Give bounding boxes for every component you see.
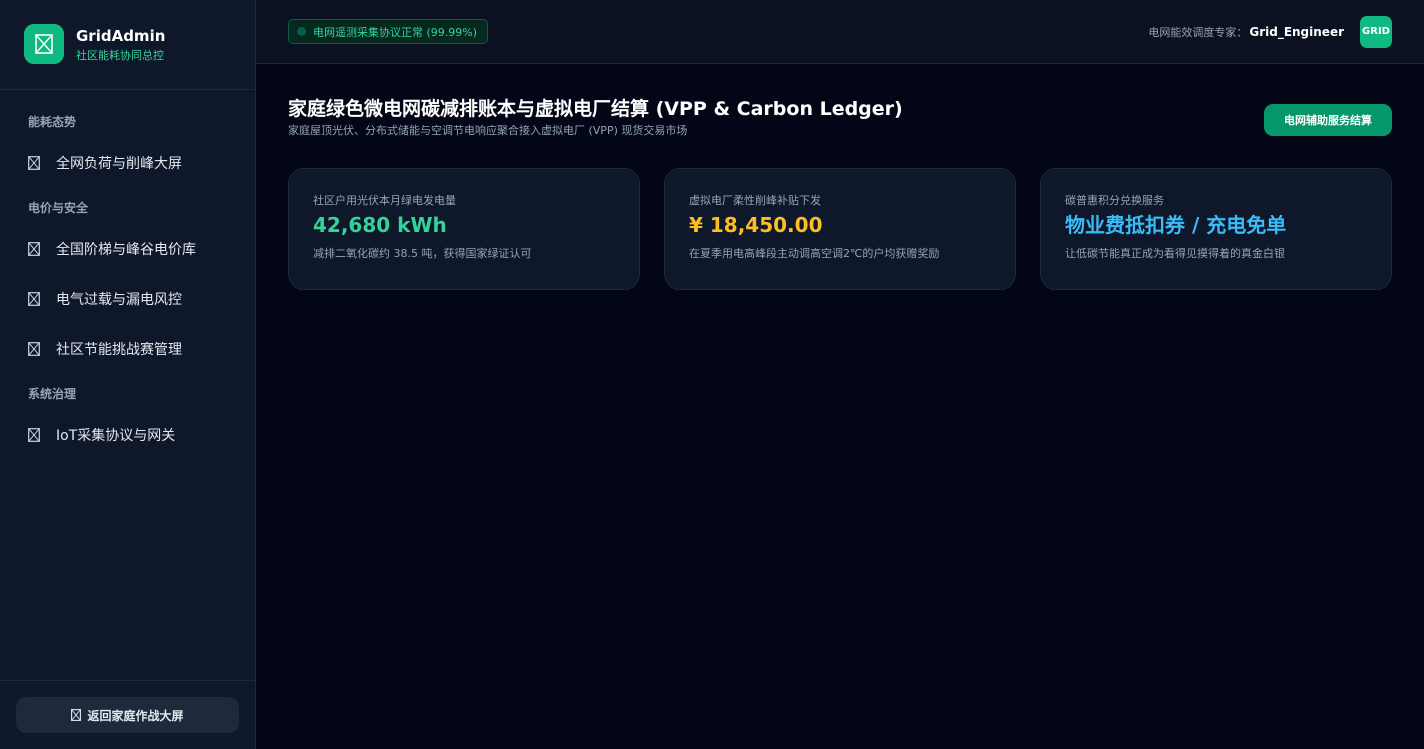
back-to-home-button[interactable]: 返回家庭作战大屏 (16, 697, 239, 733)
broken-image-icon (71, 709, 82, 721)
stat-card-vpp-subsidy: 虚拟电厂柔性削峰补贴下发 ¥ 18,450.00 在夏季用电高峰段主动调高空调2… (664, 168, 1016, 290)
sidebar-nav: 能耗态势 全网负荷与削峰大屏 电价与安全 全国阶梯与峰谷电价库 电气过载与漏电风… (0, 90, 255, 680)
card-value: ¥ 18,450.00 (689, 213, 823, 237)
brand: GridAdmin 社区能耗协同总控 (0, 0, 255, 90)
avatar[interactable]: GRID (1360, 15, 1392, 48)
sidebar-item-load-dashboard[interactable]: 全网负荷与削峰大屏 (12, 144, 243, 184)
page-title: 家庭绿色微电网碳减排账本与虚拟电厂结算 (VPP & Carbon Ledger… (288, 98, 903, 120)
card-label: 碳普惠积分兑换服务 (1065, 194, 1164, 207)
sidebar-item-label: 电气过载与漏电风控 (56, 292, 182, 308)
broken-image-icon (28, 428, 42, 444)
grid-settlement-button[interactable]: 电网辅助服务结算 (1264, 104, 1392, 136)
sidebar: GridAdmin 社区能耗协同总控 能耗态势 全网负荷与削峰大屏 电价与安全 … (0, 0, 256, 749)
card-note: 减排二氧化碳约 38.5 吨，获得国家绿证认可 (313, 247, 532, 260)
status-dot-icon (297, 27, 306, 36)
user-name: Grid_Engineer (1249, 24, 1344, 39)
sidebar-item-tariff-library[interactable]: 全国阶梯与峰谷电价库 (12, 230, 243, 270)
sidebar-item-label: 社区节能挑战赛管理 (56, 342, 182, 358)
card-value: 物业费抵扣券 / 充电免单 (1065, 213, 1287, 237)
card-value: 42,680 kWh (313, 213, 447, 237)
broken-image-icon (28, 156, 42, 172)
brand-subtitle: 社区能耗协同总控 (76, 49, 164, 62)
telemetry-status-badge: 电网遥测采集协议正常 (99.99%) (288, 19, 489, 44)
grid-icon (24, 24, 64, 64)
stat-card-solar: 社区户用光伏本月绿电发电量 42,680 kWh 减排二氧化碳约 38.5 吨，… (288, 168, 640, 290)
broken-image-icon (28, 292, 42, 308)
stat-cards: 社区户用光伏本月绿电发电量 42,680 kWh 减排二氧化碳约 38.5 吨，… (288, 168, 1392, 290)
sidebar-item-energy-challenge[interactable]: 社区节能挑战赛管理 (12, 330, 243, 370)
broken-image-icon (28, 342, 42, 358)
sidebar-item-label: 全网负荷与削峰大屏 (56, 156, 182, 172)
sidebar-footer: 返回家庭作战大屏 (0, 680, 255, 749)
page-subtitle: 家庭屋顶光伏、分布式储能与空调节电响应聚合接入虚拟电厂 (VPP) 现货交易市场 (288, 124, 688, 137)
brand-name: GridAdmin (76, 27, 166, 45)
nav-section-title: 能耗态势 (28, 115, 77, 129)
nav-section-title: 电价与安全 (28, 201, 89, 215)
topbar: 电网遥测采集协议正常 (99.99%) 电网能效调度专家： Grid_Engin… (256, 0, 1424, 64)
user-info: 电网能效调度专家： Grid_Engineer GRID (1148, 15, 1392, 48)
app-root: GridAdmin 社区能耗协同总控 能耗态势 全网负荷与削峰大屏 电价与安全 … (0, 0, 1424, 749)
sidebar-item-overload-risk[interactable]: 电气过载与漏电风控 (12, 280, 243, 320)
stat-card-carbon-credits: 碳普惠积分兑换服务 物业费抵扣券 / 充电免单 让低碳节能真正成为看得见摸得着的… (1040, 168, 1392, 290)
content: 家庭绿色微电网碳减排账本与虚拟电厂结算 (VPP & Carbon Ledger… (256, 64, 1424, 290)
card-label: 虚拟电厂柔性削峰补贴下发 (689, 194, 821, 207)
nav-section-title: 系统治理 (28, 387, 77, 401)
sidebar-item-label: 全国阶梯与峰谷电价库 (56, 242, 196, 258)
sidebar-item-iot-gateway[interactable]: IoT采集协议与网关 (12, 416, 243, 456)
broken-image-icon (28, 242, 42, 258)
sidebar-item-label: IoT采集协议与网关 (56, 428, 176, 444)
back-button-label: 返回家庭作战大屏 (87, 708, 184, 723)
card-note: 让低碳节能真正成为看得见摸得着的真金白银 (1065, 247, 1285, 260)
card-note: 在夏季用电高峰段主动调高空调2℃的户均获赠奖励 (689, 247, 940, 260)
user-role: 电网能效调度专家： (1148, 25, 1248, 39)
page-header: 家庭绿色微电网碳减排账本与虚拟电厂结算 (VPP & Carbon Ledger… (288, 96, 1392, 168)
card-label: 社区户用光伏本月绿电发电量 (313, 194, 456, 207)
status-text: 电网遥测采集协议正常 (99.99%) (313, 25, 478, 39)
main-area: 电网遥测采集协议正常 (99.99%) 电网能效调度专家： Grid_Engin… (256, 0, 1424, 749)
